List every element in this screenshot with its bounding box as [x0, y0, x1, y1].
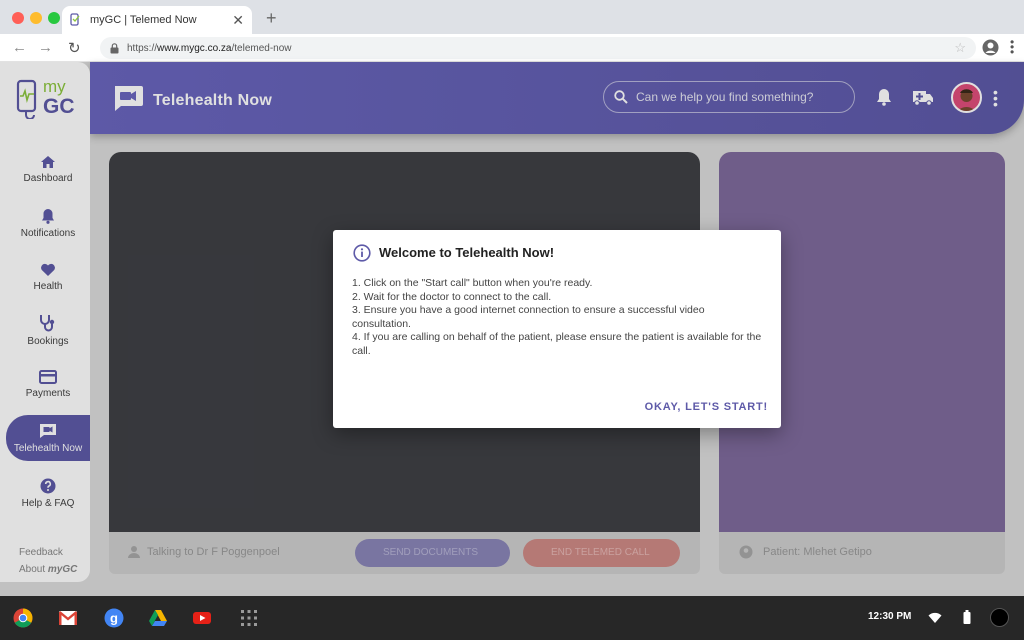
dialog-step: 4. If you are calling on behalf of the p…: [352, 331, 762, 357]
back-arrow-icon[interactable]: ←: [12, 39, 27, 56]
browser-menu-icon[interactable]: • • •: [1010, 36, 1014, 58]
info-icon: [353, 244, 371, 262]
os-shelf: g 12:30 PM: [0, 596, 1024, 640]
browser-tab-bar: myGC | Telemed Now ✕ +: [0, 0, 1024, 34]
wifi-icon[interactable]: [928, 612, 942, 623]
profile-icon[interactable]: [982, 39, 999, 56]
welcome-dialog: Welcome to Telehealth Now! 1. Click on t…: [333, 230, 781, 428]
app-launcher-icon[interactable]: [239, 608, 259, 628]
new-tab-icon[interactable]: +: [266, 8, 277, 29]
youtube-icon[interactable]: [192, 608, 212, 628]
tab-title: myGC | Telemed Now: [90, 14, 197, 26]
minimize-window-button[interactable]: [30, 12, 42, 24]
chrome-icon[interactable]: [13, 608, 33, 628]
svg-text:g: g: [110, 611, 118, 626]
address-bar[interactable]: https://www.mygc.co.za/telemed-now ☆: [100, 37, 976, 59]
url-text: https://www.mygc.co.za/telemed-now: [127, 43, 954, 54]
dialog-step: 2. Wait for the doctor to connect to the…: [352, 290, 552, 303]
browser-tab[interactable]: myGC | Telemed Now ✕: [62, 6, 252, 34]
dialog-step: 3. Ensure you have a good internet conne…: [352, 304, 705, 330]
reload-icon[interactable]: ↻: [68, 39, 81, 57]
dialog-steps: 1. Click on the "Start call" button when…: [352, 277, 764, 358]
maximize-window-button[interactable]: [48, 12, 60, 24]
lock-icon: [110, 42, 119, 53]
battery-icon[interactable]: [963, 610, 971, 624]
gmail-icon[interactable]: [58, 608, 78, 628]
bookmark-star-icon[interactable]: ☆: [954, 40, 966, 56]
url-path: /telemed-now: [231, 42, 292, 54]
browser-toolbar: ← → ↻ https://www.mygc.co.za/telemed-now…: [0, 34, 1024, 62]
url-scheme: https://: [127, 42, 158, 54]
system-clock[interactable]: 12:30 PM: [868, 611, 911, 622]
close-tab-icon[interactable]: ✕: [232, 12, 244, 29]
mygc-favicon-icon: [70, 13, 80, 26]
google-drive-icon[interactable]: [148, 608, 168, 628]
dialog-step: 1. Click on the "Start call" button when…: [352, 277, 593, 289]
forward-arrow-icon[interactable]: →: [38, 39, 53, 56]
url-domain: www.mygc.co.za: [157, 42, 232, 54]
google-search-icon[interactable]: g: [104, 608, 124, 628]
user-status-avatar[interactable]: [990, 608, 1009, 627]
close-window-button[interactable]: [12, 12, 24, 24]
okay-lets-start-button[interactable]: OKAY, LET'S START!: [645, 401, 768, 413]
dialog-title: Welcome to Telehealth Now!: [379, 245, 555, 260]
